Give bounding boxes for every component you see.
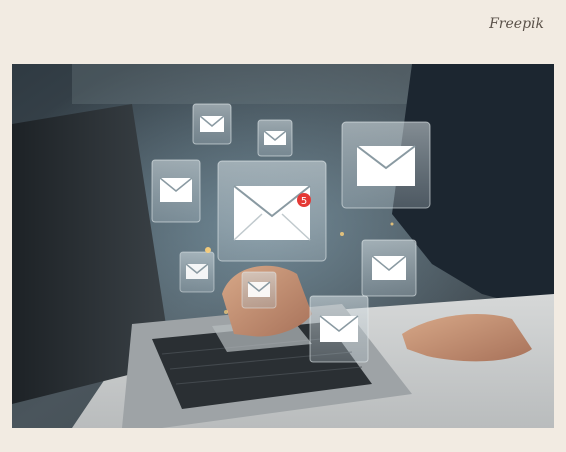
envelope-icon [179,251,215,293]
envelope-icon [151,159,201,223]
envelope-icon [361,239,417,297]
notification-badge-count: 5 [301,196,307,207]
main-envelope-icon: 5 [217,160,327,262]
envelope-icon [241,271,277,309]
envelope-icon [309,295,369,363]
image-credit: Freepik [489,16,544,32]
envelope-icon [257,119,293,157]
photo-illustration: 5 [12,64,554,428]
envelope-icon [341,121,431,209]
envelope-icon [192,103,232,145]
email-laptop-photo: 5 [12,64,554,428]
